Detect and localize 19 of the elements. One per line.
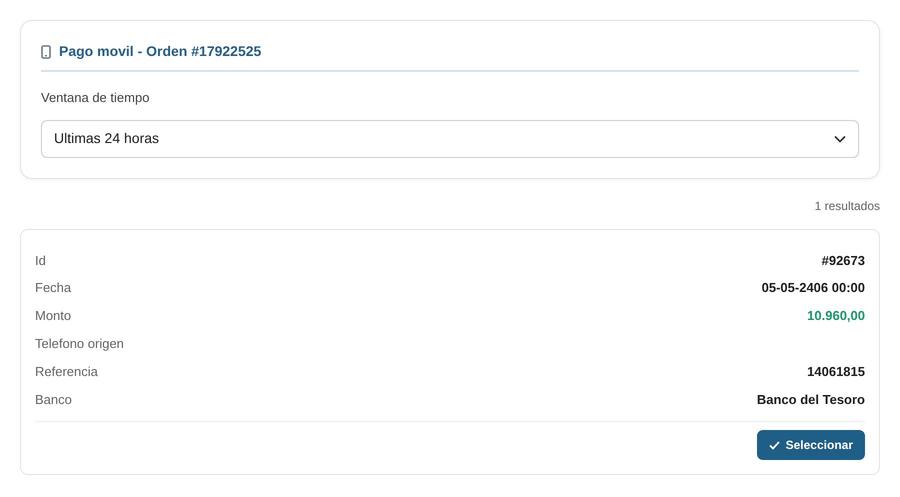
field-value: 10.960,00 [807,307,865,326]
phone-icon [41,44,51,58]
field-value: #92673 [822,252,865,270]
check-icon [768,440,780,450]
time-window-select[interactable]: Ultimas 24 horas [41,120,859,158]
field-value: 14061815 [807,362,865,381]
field-name: Referencia [35,362,98,381]
field-name: Banco [35,390,72,409]
field-label: Ventana de tiempo [41,89,150,107]
field-name: Fecha [35,279,72,298]
field-name: Telefono origen [35,335,124,354]
card-title: Pago movil - Orden #17922525 [59,42,262,61]
chevron-down-icon [834,134,846,142]
results-count: 1 resultados [814,198,880,214]
field-value: Banco del Tesoro [756,390,865,409]
field-value: 05-05-2406 00:00 [762,279,865,298]
select-button[interactable]: Seleccionar [756,430,865,460]
field-name: Id [35,252,46,270]
field-name: Monto [35,307,72,326]
